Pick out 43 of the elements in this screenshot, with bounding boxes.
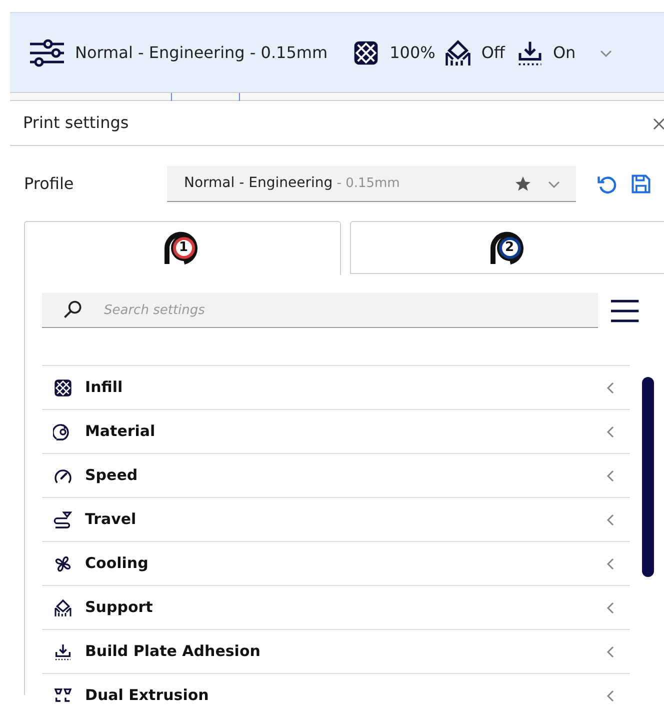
panel-title: Print settings <box>23 112 129 134</box>
category-row[interactable]: Material <box>42 410 630 454</box>
category-row[interactable]: Build Plate Adhesion <box>42 630 630 674</box>
category-label: Support <box>85 597 153 618</box>
profile-dropdown[interactable]: Normal - Engineering - 0.15mm <box>167 166 576 202</box>
category-row[interactable]: Support <box>42 586 630 630</box>
save-icon[interactable] <box>630 173 652 195</box>
category-label: Dual Extrusion <box>85 685 209 706</box>
scrollbar-thumb[interactable] <box>642 377 654 577</box>
star-icon[interactable] <box>514 174 532 192</box>
category-row[interactable]: Dual Extrusion <box>42 674 630 715</box>
support-value: Off <box>481 42 505 64</box>
grid-pattern-icon <box>53 378 73 398</box>
search-field[interactable]: Search settings <box>42 293 598 328</box>
support-structure-icon <box>443 38 474 68</box>
category-row[interactable]: Travel <box>42 498 630 542</box>
close-icon[interactable] <box>652 117 664 131</box>
extruder-number: 1 <box>178 239 190 257</box>
category-label: Travel <box>85 509 136 530</box>
profile-name: Normal - Engineering - 0.15mm <box>184 174 400 193</box>
extruder-number: 2 <box>504 239 516 257</box>
infill-value: 100% <box>390 42 436 64</box>
print-setup-bar[interactable]: Normal - Engineering - 0.15mm 100% Off On <box>10 12 664 92</box>
extruder-tab[interactable]: 1 <box>24 221 341 275</box>
extruder-tab[interactable]: 2 <box>350 221 664 274</box>
category-row[interactable]: Cooling <box>42 542 630 586</box>
grid-pattern-icon <box>352 38 380 66</box>
category-label: Cooling <box>85 553 148 574</box>
category-row[interactable]: Infill <box>42 366 630 410</box>
fan-icon <box>53 554 73 574</box>
menu-icon[interactable] <box>610 298 640 324</box>
category-label: Speed <box>85 465 138 486</box>
nozzle-path-icon <box>53 510 73 530</box>
category-label: Build Plate Adhesion <box>85 641 260 662</box>
category-label: Infill <box>85 377 123 398</box>
support-structure-icon <box>53 598 73 618</box>
adhesion-value: On <box>552 42 576 64</box>
profile-summary: Normal - Engineering - 0.15mm <box>75 42 328 64</box>
profile-label: Profile <box>24 173 75 195</box>
category-row[interactable]: Speed <box>42 454 630 498</box>
download-plate-icon <box>53 642 73 662</box>
search-icon <box>62 299 84 321</box>
category-label: Material <box>85 421 156 442</box>
